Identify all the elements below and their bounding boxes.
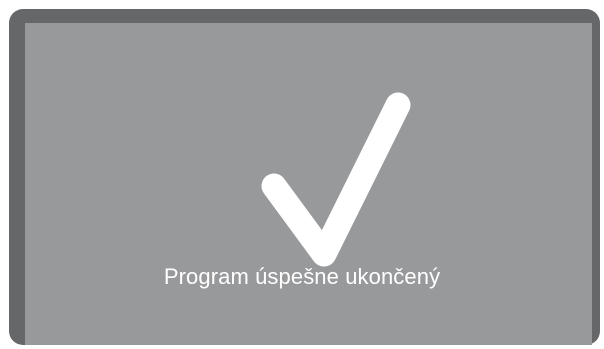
display-screen — [25, 23, 592, 345]
status-message: Program úspešne ukončený — [163, 264, 441, 289]
checkmark-icon — [261, 92, 411, 267]
